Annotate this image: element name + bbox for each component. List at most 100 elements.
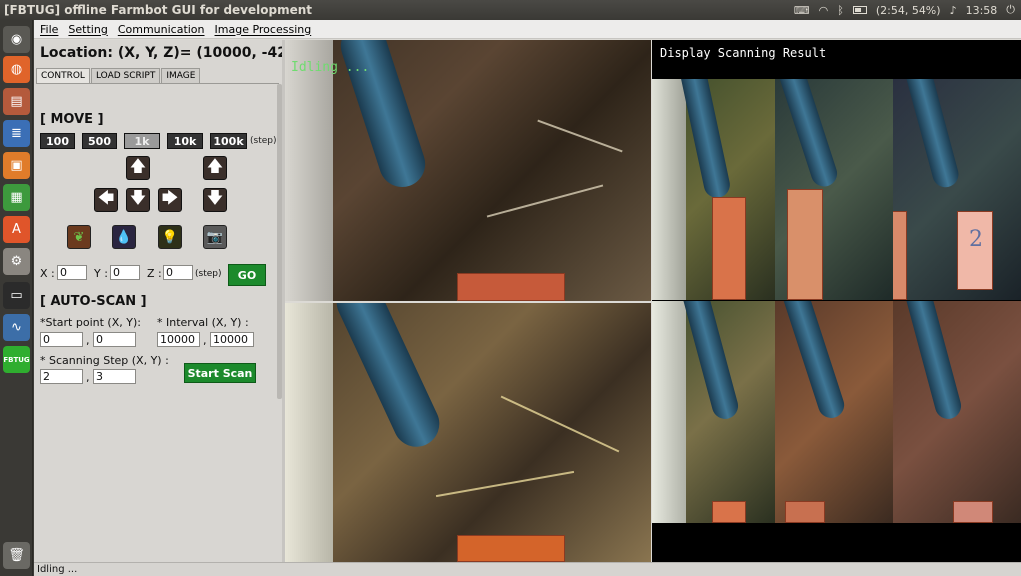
scan-tile <box>775 301 893 523</box>
writer-icon[interactable]: ≣ <box>3 120 30 147</box>
interval-label: * Interval (X, Y) : <box>157 316 249 329</box>
power-icon[interactable]: ⏻ <box>1006 3 1015 17</box>
trash-icon[interactable]: 🗑 <box>3 542 30 569</box>
scan-tile <box>893 301 1021 523</box>
comma-separator: , <box>86 334 90 347</box>
step-unit-label: (step) <box>250 136 277 146</box>
comma-separator: , <box>86 371 90 384</box>
arrow-right-icon: 🡆 <box>161 187 179 207</box>
processed-camera-view <box>285 303 651 562</box>
menu-file[interactable]: File <box>40 23 58 36</box>
files-icon[interactable]: ▤ <box>3 88 30 115</box>
camera-brick <box>457 273 565 301</box>
monitor-icon[interactable]: ∿ <box>3 314 30 341</box>
start-y-input[interactable]: 0 <box>93 332 136 347</box>
step-10k-button[interactable]: 10k <box>167 133 203 149</box>
move-y-up-button[interactable]: 🡅 <box>126 156 150 180</box>
xyz-unit-label: (step) <box>195 269 222 279</box>
dash-icon[interactable]: ◉ <box>3 26 30 53</box>
scan-tile: 2 <box>893 79 1021 300</box>
x-label: X : <box>40 267 55 280</box>
arrow-down-icon: 🡇 <box>129 187 147 207</box>
y-input[interactable]: 0 <box>110 265 140 280</box>
tab-bar: CONTROL LOAD SCRIPT IMAGE <box>36 68 201 83</box>
camera-hose <box>329 303 447 455</box>
impress-icon[interactable]: ▣ <box>3 152 30 179</box>
bluetooth-icon[interactable]: ᛒ <box>837 4 844 17</box>
move-x-right-button[interactable]: 🡆 <box>158 188 182 212</box>
move-x-left-button[interactable]: 🡄 <box>94 188 118 212</box>
move-z-down-button[interactable]: 🡇 <box>203 188 227 212</box>
scan-result-view: Display Scanning Result 2 <box>652 40 1021 562</box>
interval-x-input[interactable]: 10000 <box>157 332 200 347</box>
tile-wall <box>652 79 686 300</box>
tile-brick <box>785 501 825 523</box>
camera-straw <box>435 470 575 498</box>
scan-tile <box>775 79 893 300</box>
step-1k-button[interactable]: 1k <box>124 133 160 149</box>
tile-brick <box>712 197 746 300</box>
keyboard-icon[interactable]: ⌨ <box>794 4 810 17</box>
tab-load-script[interactable]: LOAD SCRIPT <box>90 68 161 83</box>
move-heading: [ MOVE ] <box>40 112 104 127</box>
autoscan-heading: [ AUTO-SCAN ] <box>40 294 147 309</box>
light-button[interactable]: 💡 <box>158 225 182 249</box>
arrow-down-icon: 🡇 <box>206 187 224 207</box>
menu-image-processing[interactable]: Image Processing <box>215 23 312 36</box>
camera-icon: 📷 <box>206 229 224 245</box>
tile-hose <box>677 301 741 422</box>
settings-icon[interactable]: ⚙ <box>3 248 30 275</box>
clock[interactable]: 13:58 <box>966 4 998 17</box>
tile-brick <box>787 189 823 300</box>
calc-icon[interactable]: ▦ <box>3 184 30 211</box>
tile-brick <box>953 501 993 523</box>
camera-straw <box>500 395 620 453</box>
menu-setting[interactable]: Setting <box>68 23 107 36</box>
software-center-icon[interactable]: A <box>3 216 30 243</box>
interval-y-input[interactable]: 10000 <box>210 332 254 347</box>
water-button[interactable]: 💧 <box>112 225 136 249</box>
control-panel: Location: (X, Y, Z)= (10000, -42, 0) CON… <box>34 40 313 562</box>
camera-button[interactable]: 📷 <box>203 225 227 249</box>
battery-icon[interactable] <box>852 6 867 14</box>
tile-brick <box>712 501 746 523</box>
tile-hose <box>902 79 962 191</box>
light-bulb-icon: 💡 <box>161 229 179 245</box>
top-panel: [FBTUG] offline Farmbot GUI for developm… <box>0 0 1021 20</box>
menu-bar: File Setting Communication Image Process… <box>34 20 1021 39</box>
terminal-icon[interactable]: ▭ <box>3 282 30 309</box>
status-bar: Idling ... <box>34 562 1021 576</box>
menu-communication[interactable]: Communication <box>118 23 205 36</box>
camera-straw <box>486 184 604 218</box>
scanning-step-label: * Scanning Step (X, Y) : <box>40 354 169 367</box>
move-z-up-button[interactable]: 🡅 <box>203 156 227 180</box>
y-label: Y : <box>94 267 108 280</box>
tile-hose <box>776 301 848 422</box>
tab-control[interactable]: CONTROL <box>36 68 90 83</box>
start-x-input[interactable]: 0 <box>40 332 83 347</box>
system-tray: ⌨ ◠ ᛒ (2:54, 54%) ♪ 13:58 ⏻ <box>794 3 1021 17</box>
seed-button[interactable]: ❦ <box>67 225 91 249</box>
window-title: [FBTUG] offline Farmbot GUI for developm… <box>4 3 312 17</box>
tab-image[interactable]: IMAGE <box>161 68 201 83</box>
arrow-up-icon: 🡅 <box>129 155 147 175</box>
step-y-input[interactable]: 3 <box>93 369 136 384</box>
go-button[interactable]: GO <box>228 264 266 286</box>
fbtug-app-icon[interactable]: FBTUG <box>3 346 30 373</box>
move-y-down-button[interactable]: 🡇 <box>126 188 150 212</box>
step-100k-button[interactable]: 100k <box>210 133 247 149</box>
step-100-button[interactable]: 100 <box>40 133 75 149</box>
wifi-icon[interactable]: ◠ <box>819 4 829 17</box>
scan-result-title: Display Scanning Result <box>660 46 827 60</box>
app-window: File Setting Communication Image Process… <box>34 20 1021 576</box>
scan-tile <box>652 301 775 523</box>
x-input[interactable]: 0 <box>57 265 87 280</box>
battery-text: (2:54, 54%) <box>875 3 941 17</box>
scan-tile <box>652 79 775 300</box>
step-x-input[interactable]: 2 <box>40 369 83 384</box>
volume-icon[interactable]: ♪ <box>950 4 957 17</box>
firefox-icon[interactable]: ◍ <box>3 56 30 83</box>
step-500-button[interactable]: 500 <box>82 133 117 149</box>
start-scan-button[interactable]: Start Scan <box>184 363 256 383</box>
z-input[interactable]: 0 <box>163 265 193 280</box>
